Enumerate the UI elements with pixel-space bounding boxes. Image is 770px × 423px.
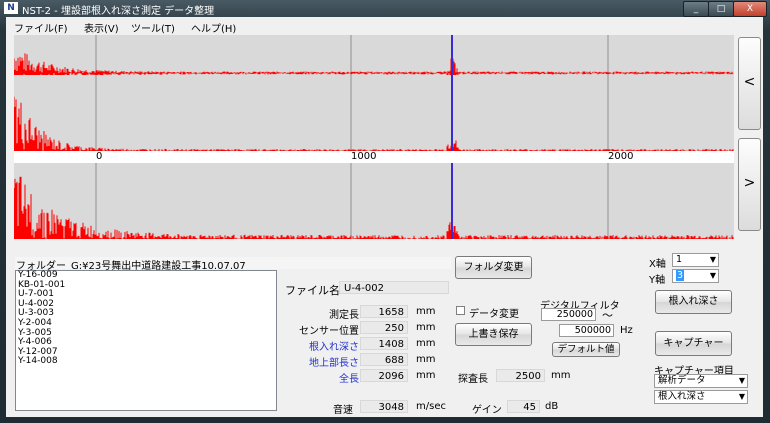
menu-view[interactable]: 表示(V) bbox=[84, 20, 119, 35]
probe-length-label: 探査長 bbox=[458, 374, 488, 385]
x-axis-select[interactable]: 1 ▼ bbox=[672, 253, 719, 267]
file-name-field: U-4-002 bbox=[339, 281, 449, 294]
minimize-button[interactable]: _ bbox=[683, 1, 709, 17]
tick-label-2000: 2000 bbox=[608, 151, 634, 162]
capture-item-select-1[interactable]: 解析データ ▼ bbox=[654, 374, 748, 388]
measure-label-length: 測定長 bbox=[329, 310, 359, 321]
speed-unit: m/sec bbox=[416, 401, 446, 412]
window-title: NST-2 - 埋設部根入れ深さ測定 データ整理 bbox=[22, 6, 215, 17]
client-area: ファイル(F) 表示(V) ツール(T) ヘルプ(H) 0 1000 2000 … bbox=[6, 17, 763, 417]
filter-high-input[interactable]: 500000 bbox=[559, 324, 614, 337]
list-item[interactable]: KB-01-001 bbox=[16, 280, 276, 291]
speed-value: 3048 bbox=[360, 400, 408, 413]
measure-unit-above: mm bbox=[416, 354, 436, 365]
measure-label-sensor: センサー位置 bbox=[299, 326, 359, 337]
menu-bar: ファイル(F) 表示(V) ツール(T) ヘルプ(H) bbox=[6, 17, 763, 35]
list-item[interactable]: U-3-003 bbox=[16, 309, 276, 319]
gain-label: ゲイン bbox=[472, 405, 502, 416]
menu-help[interactable]: ヘルプ(H) bbox=[191, 20, 236, 35]
chevron-down-icon: ▼ bbox=[709, 271, 716, 280]
app-window: N NST-2 - 埋設部根入れ深さ測定 データ整理 _ □ X ファイル(F)… bbox=[0, 0, 770, 423]
maximize-button[interactable]: □ bbox=[708, 1, 734, 17]
filter-low-input[interactable]: 250000 bbox=[541, 308, 596, 321]
speed-label: 音速 bbox=[333, 405, 353, 416]
tick-label-1000: 1000 bbox=[351, 151, 377, 162]
x-axis-value: 1 bbox=[676, 254, 683, 265]
capture-item-value-2: 根入れ深さ bbox=[658, 391, 706, 402]
measure-value-above: 688 bbox=[360, 353, 408, 366]
data-change-checkbox[interactable] bbox=[456, 306, 465, 315]
chevron-down-icon: ▼ bbox=[738, 392, 745, 401]
folder-change-button[interactable]: フォルダ変更 bbox=[455, 256, 532, 279]
data-change-label: データ変更 bbox=[469, 309, 519, 320]
filter-unit: Hz bbox=[620, 325, 633, 336]
list-item[interactable]: U-7-001 bbox=[16, 290, 276, 300]
list-item[interactable]: U-4-002 bbox=[16, 299, 276, 310]
chevron-down-icon: ▼ bbox=[709, 255, 716, 264]
overwrite-save-button[interactable]: 上書き保存 bbox=[455, 323, 532, 346]
measure-unit-total: mm bbox=[416, 370, 436, 381]
capture-button[interactable]: キャプチャー bbox=[655, 331, 732, 356]
file-name-label: ファイル名 bbox=[285, 284, 340, 297]
filter-default-button[interactable]: デフォルト値 bbox=[552, 342, 620, 357]
measure-label-total: 全長 bbox=[339, 374, 359, 385]
folder-bar: フォルダー G:¥23号舞出中道路建設工事10.07.07 bbox=[15, 257, 451, 272]
y-axis-value: 3 bbox=[676, 270, 685, 281]
measure-label-above: 地上部長さ bbox=[309, 358, 359, 369]
measure-label-depth: 根入れ深さ bbox=[309, 342, 359, 353]
list-item[interactable]: Y-3-005 bbox=[16, 328, 276, 339]
measure-value-depth: 1408 bbox=[360, 337, 408, 350]
tick-label-0: 0 bbox=[96, 151, 103, 162]
measure-unit-sensor: mm bbox=[416, 322, 436, 333]
waveform-plot-3[interactable] bbox=[14, 163, 734, 239]
menu-file[interactable]: ファイル(F) bbox=[14, 20, 68, 35]
menu-tools[interactable]: ツール(T) bbox=[131, 20, 175, 35]
chevron-down-icon: ▼ bbox=[738, 376, 745, 385]
title-bar: N NST-2 - 埋設部根入れ深さ測定 データ整理 _ □ X bbox=[0, 0, 770, 17]
filter-tilde: 〜 bbox=[602, 309, 613, 322]
measure-value-length: 1658 bbox=[360, 305, 408, 318]
y-axis-label: Y軸 bbox=[649, 275, 666, 286]
scroll-down-button[interactable]: > bbox=[738, 138, 761, 231]
x-axis-strip: 0 1000 2000 bbox=[14, 151, 734, 163]
gain-unit: dB bbox=[545, 401, 559, 412]
waveform-plot-2[interactable] bbox=[14, 75, 734, 151]
measure-value-sensor: 250 bbox=[360, 321, 408, 334]
gain-value: 45 bbox=[507, 400, 540, 413]
app-icon: N bbox=[4, 2, 18, 14]
signal-trace bbox=[14, 96, 734, 151]
y-axis-select[interactable]: 3 ▼ bbox=[672, 269, 719, 283]
probe-length-unit: mm bbox=[551, 370, 571, 381]
measure-unit-depth: mm bbox=[416, 338, 436, 349]
probe-length-value: 2500 bbox=[496, 369, 545, 382]
capture-item-select-2[interactable]: 根入れ深さ ▼ bbox=[654, 390, 748, 404]
depth-button[interactable]: 根入れ深さ bbox=[655, 290, 732, 314]
list-item[interactable]: Y-14-008 bbox=[16, 357, 276, 367]
signal-trace bbox=[14, 176, 734, 239]
measure-unit-length: mm bbox=[416, 306, 436, 317]
capture-item-value-1: 解析データ bbox=[658, 375, 706, 386]
x-axis-label: X軸 bbox=[649, 259, 666, 270]
list-item[interactable]: Y-2-004 bbox=[16, 318, 276, 329]
file-list[interactable]: Y-16-009 KB-01-001 U-7-001 U-4-002 U-3-0… bbox=[15, 270, 277, 411]
scroll-up-button[interactable]: < bbox=[738, 37, 761, 130]
measure-value-total: 2096 bbox=[360, 369, 408, 382]
close-button[interactable]: X bbox=[733, 1, 767, 17]
